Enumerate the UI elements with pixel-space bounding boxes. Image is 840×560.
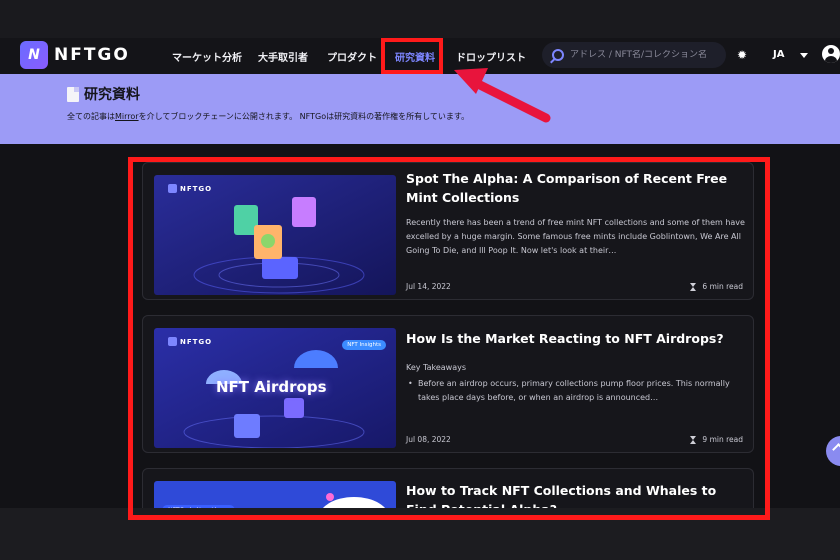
language-selector[interactable]: JA — [773, 49, 784, 60]
search-bar[interactable] — [542, 42, 726, 68]
user-icon[interactable] — [822, 45, 840, 63]
sun-icon[interactable]: ✹ — [737, 49, 749, 61]
banner-description: 全ての記事はMirrorを介してブロックチェーンに公開されます。 NFTGoは研… — [67, 111, 469, 122]
search-input[interactable] — [570, 50, 720, 60]
research-highlight-box — [381, 38, 443, 74]
nftgo-logo[interactable]: N NFTGO — [20, 41, 130, 69]
nav-item-market-analysis[interactable]: マーケット分析 — [172, 49, 242, 64]
chevron-down-icon[interactable] — [800, 53, 808, 58]
page-title: 研究資料 — [67, 84, 140, 104]
nav-item-whales[interactable]: 大手取引者 — [258, 49, 308, 64]
red-arrow-annotation — [454, 68, 551, 123]
screenshot-stage: N NFTGO マーケット分析 大手取引者 プロダクト 研究資料 ドロップリスト… — [0, 0, 840, 560]
research-banner: 研究資料 全ての記事はMirrorを介してブロックチェーンに公開されます。 NF… — [0, 74, 840, 144]
page-title-text: 研究資料 — [84, 87, 140, 103]
mirror-link[interactable]: Mirror — [115, 112, 139, 121]
outer-frame-top — [0, 0, 840, 38]
banner-desc-before: 全ての記事は — [67, 112, 115, 121]
logo-mark-icon: N — [20, 41, 48, 69]
banner-desc-after: を介してブロックチェーンに公開されます。 NFTGoは研究資料の著作権を所有して… — [138, 112, 470, 121]
article-list-highlight-box — [128, 157, 770, 520]
logo-text: NFTGO — [54, 45, 130, 65]
nav-item-products[interactable]: プロダクト — [327, 49, 377, 64]
document-icon — [67, 86, 79, 102]
